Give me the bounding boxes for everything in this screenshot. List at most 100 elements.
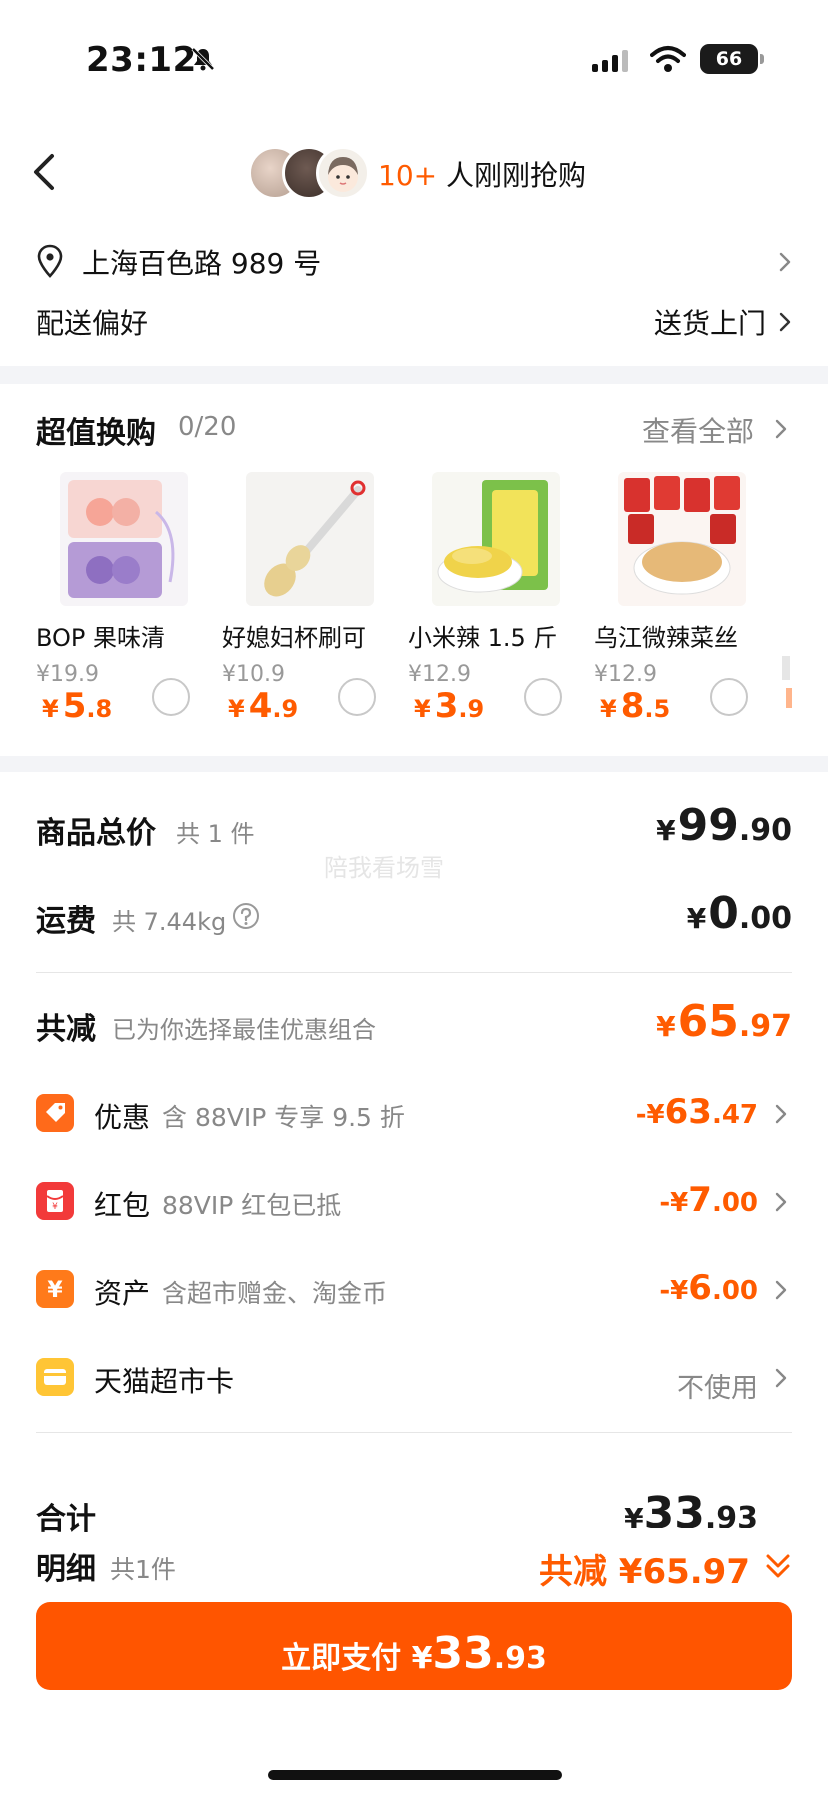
chevron-right-icon bbox=[775, 419, 787, 439]
product-name: 小米辣 1.5 斤 bbox=[408, 624, 558, 652]
svg-text:¥: ¥ bbox=[47, 1278, 63, 1303]
battery-indicator: 66 bbox=[700, 44, 764, 74]
discount-value: -¥6.00 bbox=[659, 1268, 758, 1308]
total-reduce-row: 共减 已为你选择最佳优惠组合 ¥65.97 bbox=[36, 996, 792, 1056]
status-time: 23:12 bbox=[86, 40, 197, 80]
product-image-cup-brush bbox=[246, 472, 374, 606]
chevron-right-icon bbox=[775, 1368, 787, 1388]
goods-total-label: 商品总价 bbox=[36, 816, 156, 851]
partial-item-edge bbox=[782, 656, 790, 680]
goods-total-value: ¥99.90 bbox=[656, 800, 792, 851]
pay-button-label: 立即支付 ¥33.93 bbox=[281, 1628, 547, 1679]
product-image-pickled-veg bbox=[618, 472, 746, 606]
detail-label[interactable]: 明细 bbox=[36, 1544, 96, 1588]
discount-name: 红包 bbox=[94, 1189, 151, 1222]
buyer-avatars bbox=[248, 146, 370, 202]
product-name: 好媳妇杯刷可 bbox=[222, 624, 366, 652]
partial-item-edge bbox=[786, 688, 792, 708]
exchange-price: ¥4.9 bbox=[228, 686, 299, 726]
svg-text:¥: ¥ bbox=[52, 1202, 58, 1212]
discount-note: 88VIP 红包已抵 bbox=[162, 1191, 342, 1220]
discount-note: 含 88VIP 专享 9.5 折 bbox=[162, 1103, 405, 1132]
address-text: 上海百色路 989 号 bbox=[82, 247, 322, 280]
discount-name: 优惠 bbox=[94, 1101, 151, 1134]
exchange-price: ¥3.9 bbox=[414, 686, 485, 726]
discount-row-redpacket[interactable]: ¥ 红包 88VIP 红包已抵 -¥7.00 bbox=[36, 1174, 792, 1230]
bell-muted-icon bbox=[191, 47, 215, 71]
home-indicator[interactable] bbox=[268, 1770, 562, 1780]
exchange-price: ¥5.8 bbox=[42, 686, 113, 726]
card-icon bbox=[36, 1358, 74, 1396]
total-reduce-value: ¥65.97 bbox=[656, 996, 792, 1047]
total-label: 合计 bbox=[36, 1502, 96, 1537]
divider bbox=[36, 972, 792, 973]
exchange-items: BOP 果味清 ¥19.9 ¥5.8 好媳妇杯刷可 ¥10.9 ¥4.9 小米辣… bbox=[0, 466, 828, 736]
back-chevron-icon[interactable] bbox=[30, 150, 60, 194]
watermark: 陪我看场雪 bbox=[324, 854, 444, 882]
status-bar: 23:12 66 bbox=[0, 0, 828, 120]
bottom-bar: 合计 ¥33.93 明细 共1件 共减 ¥65.97 立即支付 ¥33.93 bbox=[0, 1488, 828, 1796]
double-chevron-down-icon[interactable] bbox=[764, 1550, 792, 1582]
section-divider bbox=[0, 366, 828, 384]
discount-name: 资产 bbox=[94, 1277, 151, 1310]
exchange-price: ¥8.5 bbox=[600, 686, 671, 726]
shipping-row: 运费 共 7.44kg ¥0.00 bbox=[36, 888, 792, 948]
select-radio[interactable] bbox=[152, 678, 190, 716]
shipping-label: 运费 bbox=[36, 904, 96, 939]
discount-value: -¥7.00 bbox=[659, 1180, 758, 1220]
delivery-preference-row[interactable]: 配送偏好 送货上门 bbox=[36, 300, 796, 344]
product-name: 乌江微辣菜丝 bbox=[594, 624, 738, 652]
exchange-item[interactable]: 小米辣 1.5 斤 ¥12.9 ¥3.9 bbox=[408, 466, 594, 736]
red-packet-icon: ¥ bbox=[36, 1182, 74, 1220]
section-divider bbox=[0, 756, 828, 772]
select-radio[interactable] bbox=[710, 678, 748, 716]
discount-note: 含超市赠金、淘金币 bbox=[162, 1279, 388, 1308]
exchange-count: 0/20 bbox=[178, 412, 237, 442]
page-header: 10+ 人刚刚抢购 bbox=[0, 130, 828, 218]
select-radio[interactable] bbox=[338, 678, 376, 716]
yen-coin-icon: ¥ bbox=[36, 1270, 74, 1308]
shipping-weight: 共 7.44kg bbox=[112, 908, 227, 936]
delivery-label: 配送偏好 bbox=[36, 307, 149, 340]
exchange-item-partial[interactable] bbox=[780, 466, 828, 736]
select-radio[interactable] bbox=[524, 678, 562, 716]
total-reduce-note: 已为你选择最佳优惠组合 bbox=[112, 1016, 376, 1044]
signal-icon bbox=[592, 50, 628, 72]
shipping-value: ¥0.00 bbox=[686, 888, 792, 939]
chevron-right-icon bbox=[775, 1192, 787, 1212]
discount-name: 天猫超市卡 bbox=[94, 1365, 235, 1398]
product-name: BOP 果味清 bbox=[36, 624, 166, 652]
delivery-value: 送货上门 bbox=[653, 307, 766, 340]
divider bbox=[36, 1432, 792, 1433]
discount-row-coupon[interactable]: 优惠 含 88VIP 专享 9.5 折 -¥63.47 bbox=[36, 1086, 792, 1142]
exchange-item[interactable]: 好媳妇杯刷可 ¥10.9 ¥4.9 bbox=[222, 466, 408, 736]
goods-count: 共 1 件 bbox=[176, 820, 255, 848]
discount-value: -¥63.47 bbox=[635, 1092, 758, 1132]
exchange-title: 超值换购 bbox=[36, 416, 156, 451]
original-price: ¥19.9 bbox=[36, 662, 99, 687]
total-value: ¥33.93 bbox=[624, 1488, 758, 1528]
recent-buyers-text: 10+ 人刚刚抢购 bbox=[378, 159, 586, 192]
wifi-icon bbox=[650, 46, 686, 72]
original-price: ¥12.9 bbox=[408, 662, 471, 687]
chevron-right-icon bbox=[779, 252, 791, 272]
product-image-peppers bbox=[432, 472, 560, 606]
location-pin-icon bbox=[37, 244, 63, 278]
exchange-item[interactable]: BOP 果味清 ¥19.9 ¥5.8 bbox=[36, 466, 222, 736]
exchange-item[interactable]: 乌江微辣菜丝 ¥12.9 ¥8.5 bbox=[594, 466, 780, 736]
discount-value: 不使用 bbox=[677, 1373, 758, 1404]
total-reduce-summary[interactable]: 共减 ¥65.97 bbox=[539, 1544, 750, 1593]
detail-count: 共1件 bbox=[110, 1555, 176, 1584]
original-price: ¥12.9 bbox=[594, 662, 657, 687]
original-price: ¥10.9 bbox=[222, 662, 285, 687]
address-row[interactable]: 上海百色路 989 号 bbox=[36, 240, 796, 284]
chevron-right-icon bbox=[775, 1104, 787, 1124]
tag-icon bbox=[36, 1094, 74, 1132]
discount-row-assets[interactable]: ¥ 资产 含超市赠金、淘金币 -¥6.00 bbox=[36, 1262, 792, 1318]
view-all-link[interactable]: 查看全部 bbox=[642, 410, 754, 450]
pay-now-button[interactable]: 立即支付 ¥33.93 bbox=[36, 1602, 792, 1690]
chevron-right-icon bbox=[775, 1280, 787, 1300]
help-icon[interactable] bbox=[232, 902, 260, 930]
discount-row-supermarket-card[interactable]: 天猫超市卡 不使用 bbox=[36, 1350, 792, 1406]
product-image-bop bbox=[60, 472, 188, 606]
